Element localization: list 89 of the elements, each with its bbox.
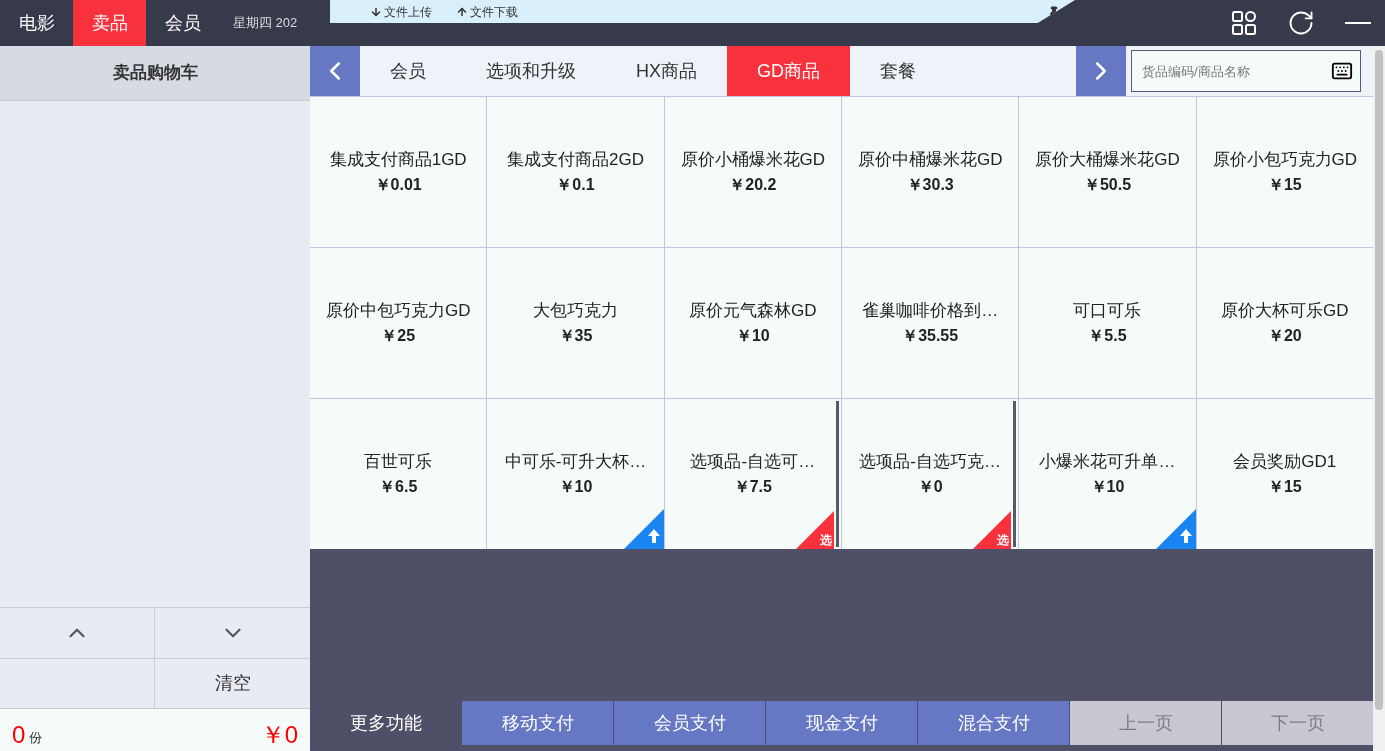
product-name: 雀巢咖啡价格到… [862,300,999,323]
cart-total: ￥0 [260,723,298,747]
product-name: 百世可乐 [364,451,433,474]
product-tile[interactable]: 原价中桶爆米花GD ￥30.3 [842,97,1019,247]
arrow-down-icon [370,5,382,18]
refresh-icon[interactable] [1287,9,1315,37]
product-name: 原价小包巧克力GD [1212,149,1358,172]
action-button[interactable]: 混合支付 [918,701,1069,745]
upgrade-corner-icon [1155,509,1196,549]
action-button[interactable]: 会员支付 [614,701,765,745]
product-name: 中可乐-可升大杯… [504,451,647,474]
product-name: 选项品-自选巧克… [859,451,1001,474]
category-tab[interactable]: HX商品 [606,46,727,96]
cart-title: 卖品购物车 [112,62,198,85]
clear-button[interactable]: 清空 [155,659,310,708]
product-tile[interactable]: 集成支付商品1GD ￥0.01 [310,97,487,247]
keyboard-icon[interactable] [1331,60,1353,82]
product-price: ￥20 [1267,325,1302,346]
product-name: 原价元气森林GD [689,300,817,323]
product-price: ￥20.2 [729,174,777,195]
next-tabs-button[interactable] [1076,46,1126,96]
product-price: ￥0 [917,476,943,497]
product-price: ￥10 [1090,476,1125,497]
product-price: ￥15 [1267,476,1302,497]
nav-tab[interactable]: 会员 [146,0,219,46]
product-price: ￥5.5 [1088,325,1127,346]
product-price: ￥10 [735,325,770,346]
category-tab[interactable]: 套餐 [850,46,946,96]
product-name: 原价小桶爆米花GD [680,149,826,172]
product-price: ￥10 [558,476,593,497]
product-name: 原价中包巧克力GD [325,300,471,323]
category-tab[interactable]: 选项和升级 [456,46,606,96]
product-tile[interactable]: 中可乐-可升大杯… ￥10 [487,399,664,549]
product-tile[interactable]: 集成支付商品2GD ￥0.1 [487,97,664,247]
option-tag: 选 [820,534,832,546]
product-name: 原价大桶爆米花GD [1035,149,1180,172]
product-tile[interactable]: 百世可乐 ￥6.5 [310,399,487,549]
product-name: 集成支付商品2GD [507,149,644,172]
product-tile[interactable]: 原价中包巧克力GD ￥25 [310,248,487,398]
nav-tab[interactable]: 电影 [0,0,73,46]
product-tile[interactable]: 原价小包巧克力GD ￥15 [1196,97,1373,247]
product-tile[interactable]: 会员奖励GD1 ￥15 [1196,399,1373,549]
product-price: ￥30.3 [906,174,954,195]
product-price: ￥6.5 [379,476,418,497]
product-tile[interactable]: 原价元气森林GD ￥10 [664,248,841,398]
nav-tab[interactable]: 卖品 [73,0,146,46]
product-tile[interactable]: 选项品-自选可… ￥7.5 选 [664,399,841,549]
category-tab[interactable]: 会员 [360,46,456,96]
product-tile[interactable]: 大包巧克力 ￥35 [487,248,664,398]
product-price: ￥50.5 [1083,174,1132,195]
product-price: ￥0.01 [374,174,422,195]
product-name: 原价大杯可乐GD [1221,300,1349,323]
product-price: ￥15 [1267,174,1302,195]
product-tile[interactable]: 可口可乐 ￥5.5 [1019,248,1196,398]
previous-tabs-button[interactable] [310,46,360,96]
product-name: 集成支付商品1GD [329,149,467,172]
product-tile[interactable]: 原价大桶爆米花GD ￥50.5 [1019,97,1196,247]
upgrade-corner-icon [623,509,664,549]
product-price: ￥35.55 [902,325,959,346]
action-button[interactable]: 现金支付 [766,701,917,745]
product-price: ￥35 [558,325,593,346]
product-tile[interactable]: 原价小桶爆米花GD ￥20.2 [664,97,841,247]
action-button[interactable]: 移动支付 [462,701,613,745]
product-name: 会员奖励GD1 [1233,451,1337,474]
minimize-icon[interactable] [1345,21,1371,25]
search-field[interactable]: 货品编码/商品名称 [1131,50,1361,92]
product-tile[interactable]: 选项品-自选巧克… ￥0 选 [842,399,1019,549]
product-name: 选项品-自选可… [690,451,816,474]
category-tab[interactable]: GD商品 [727,46,850,96]
product-price: ￥25 [381,325,416,346]
product-name: 可口可乐 [1073,300,1142,323]
product-name: 小爆米花可升单… [1039,451,1176,474]
product-name: 原价中桶爆米花GD [857,149,1003,172]
upload-button[interactable]: 文件上传 [370,2,432,21]
product-tile[interactable]: 小爆米花可升单… ￥10 [1019,399,1196,549]
product-name: 大包巧克力 [533,300,618,323]
corner-triangle-icon [973,511,1012,549]
option-tag: 选 [997,534,1010,546]
grid-icon[interactable] [1231,10,1257,36]
item-count: 0 [12,723,26,747]
product-price: ￥0.1 [556,174,595,195]
product-tile[interactable]: 原价大杯可乐GD ￥20 [1196,248,1373,398]
product-price: ￥7.5 [733,476,772,497]
arrow-up-icon [456,5,468,18]
product-tile[interactable]: 雀巢咖啡价格到… ￥35.55 [842,248,1019,398]
count-unit: 份 [29,728,43,747]
download-button[interactable]: 文件下载 [456,2,518,21]
corner-triangle-icon [796,511,834,549]
status-text: 星期四 202 [233,14,298,33]
